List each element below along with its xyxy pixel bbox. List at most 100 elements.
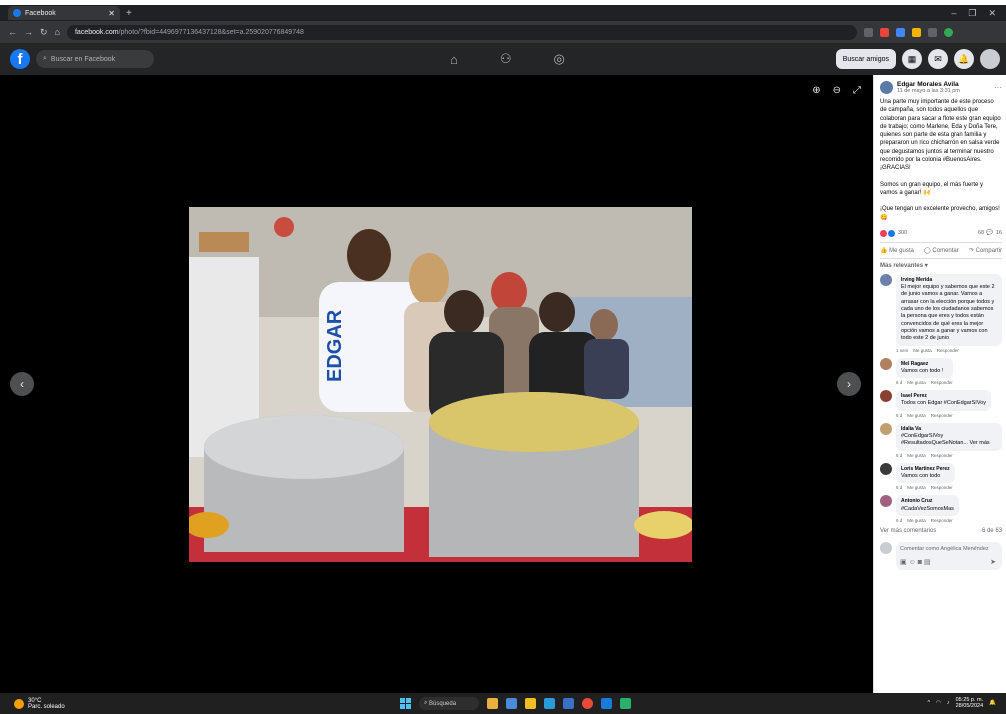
taskbar-app-icon[interactable] xyxy=(506,698,517,709)
author-name[interactable]: Edgar Morales Avila xyxy=(897,81,960,88)
notification-center-icon[interactable]: 🔔 xyxy=(989,700,996,706)
taskbar-app-icon[interactable] xyxy=(601,698,612,709)
commenter-avatar[interactable] xyxy=(880,273,892,286)
volume-icon[interactable]: ♪ xyxy=(947,700,950,706)
windows-start-icon[interactable] xyxy=(400,698,411,709)
view-more-comments-link[interactable]: Ver más comentarios xyxy=(880,528,936,534)
commenter-name[interactable]: Antonio Cruz xyxy=(901,498,954,505)
comment-time[interactable]: 6 d xyxy=(896,380,902,385)
messenger-icon[interactable]: ✉ xyxy=(928,49,948,69)
reactions-count[interactable]: 300 xyxy=(898,230,907,236)
comment-reply-button[interactable]: Responder xyxy=(931,485,953,490)
account-avatar[interactable] xyxy=(980,49,1000,69)
weather-widget[interactable]: 30°C Parc. soleado xyxy=(14,698,65,710)
file-explorer-icon[interactable] xyxy=(525,698,536,709)
taskbar-app-icon[interactable] xyxy=(487,698,498,709)
comment-time[interactable]: 6 d xyxy=(896,453,902,458)
commenter-name[interactable]: Loris Martinez Perez xyxy=(901,466,950,473)
comment-input[interactable]: Comentar como Angélica Menéndez ▣☺◙▤ ➤ xyxy=(896,541,1002,570)
taskbar-app-icon[interactable] xyxy=(620,698,631,709)
url-field[interactable]: facebook.com /photo/?fbid=44969771364371… xyxy=(66,24,857,40)
comment-time[interactable]: 6 d xyxy=(896,518,902,523)
comment-like-button[interactable]: Me gusta xyxy=(913,348,932,353)
browser-tab[interactable]: Facebook ✕ xyxy=(8,6,120,20)
facebook-logo-icon[interactable]: f xyxy=(10,49,30,69)
like-label: Me gusta xyxy=(889,247,914,254)
shares-count[interactable]: 16 xyxy=(996,230,1002,236)
comment-reply-button[interactable]: Responder xyxy=(931,453,953,458)
zoom-in-icon[interactable]: ⊕ xyxy=(812,85,820,96)
comment-reply-button[interactable]: Responder xyxy=(931,380,953,385)
extension-icon[interactable] xyxy=(863,27,873,37)
commenter-name[interactable]: Mel Ragaez xyxy=(901,361,948,368)
restore-icon[interactable]: ❐ xyxy=(968,8,976,19)
previous-photo-button[interactable]: ‹ xyxy=(10,372,34,396)
clock[interactable]: 05:25 p. m. 28/05/2024 xyxy=(956,697,984,709)
post-date[interactable]: 11 de mayo a las 3:31 pm xyxy=(897,88,960,94)
extension-icon[interactable] xyxy=(879,27,889,37)
find-friends-button[interactable]: Buscar amigos xyxy=(835,49,896,69)
menu-grid-icon[interactable]: ▦ xyxy=(902,49,922,69)
emoji-icon[interactable]: ☺ xyxy=(909,559,918,566)
wifi-icon[interactable]: ◠ xyxy=(936,700,941,706)
comment-button[interactable]: ◯ Comentar xyxy=(924,247,959,254)
taskbar-app-icon[interactable] xyxy=(563,698,574,709)
photo-viewer: ⊕ ⊖ ⤢ ‹ › EDGAR xyxy=(0,75,873,693)
comment-reply-button[interactable]: Responder xyxy=(931,413,953,418)
minimize-icon[interactable]: – xyxy=(951,8,956,19)
nav-home-icon[interactable]: ⌂ xyxy=(450,52,458,67)
like-button[interactable]: 👍 Me gusta xyxy=(880,247,914,254)
comment-like-button[interactable]: Me gusta xyxy=(907,518,926,523)
commenter-name[interactable]: Isael Perez xyxy=(901,393,986,400)
gif-icon[interactable]: ▤ xyxy=(924,559,933,566)
sticker-icon[interactable]: ▣ xyxy=(900,559,909,566)
notifications-icon[interactable]: 🔔 xyxy=(954,49,974,69)
back-icon[interactable]: ← xyxy=(8,27,17,37)
sort-comments-dropdown[interactable]: Más relevantes ▾ xyxy=(880,262,1002,269)
author-avatar[interactable] xyxy=(880,81,893,94)
nav-friends-icon[interactable]: ⚇ xyxy=(500,51,512,67)
reload-icon[interactable]: ↻ xyxy=(40,27,48,38)
share-button[interactable]: ↷ Compartir xyxy=(969,247,1002,254)
commenter-avatar[interactable] xyxy=(880,462,892,475)
commenter-avatar[interactable] xyxy=(880,390,892,403)
search-input[interactable]: ⌕ Buscar en Facebook xyxy=(36,50,154,68)
chrome-icon[interactable] xyxy=(582,698,593,709)
comment-like-button[interactable]: Me gusta xyxy=(907,413,926,418)
send-icon[interactable]: ➤ xyxy=(990,558,998,566)
home-icon[interactable]: ⌂ xyxy=(55,27,60,37)
commenter-name[interactable]: Irving Merida xyxy=(901,277,997,284)
taskbar-search[interactable]: ⌕ Búsqueda xyxy=(419,697,479,710)
comment-time[interactable]: 6 d xyxy=(896,485,902,490)
close-window-icon[interactable]: ✕ xyxy=(988,8,996,19)
more-options-icon[interactable]: ··· xyxy=(994,83,1002,92)
extension-icon[interactable] xyxy=(927,27,937,37)
profile-icon[interactable] xyxy=(943,27,953,37)
comment-reply-button[interactable]: Responder xyxy=(931,518,953,523)
zoom-out-icon[interactable]: ⊖ xyxy=(833,85,841,96)
comment-meta: 6 d Me gusta Responder xyxy=(896,380,953,385)
comment-like-button[interactable]: Me gusta xyxy=(907,453,926,458)
comment-time[interactable]: 1 sem xyxy=(896,348,908,353)
tab-title: Facebook xyxy=(25,9,56,17)
weather-desc: Parc. soleado xyxy=(28,703,65,710)
commenter-avatar[interactable] xyxy=(880,495,892,508)
new-tab-icon[interactable]: + xyxy=(126,8,132,19)
fullscreen-icon[interactable]: ⤢ xyxy=(853,85,861,96)
edge-icon[interactable] xyxy=(544,698,555,709)
comment-reply-button[interactable]: Responder xyxy=(937,348,959,353)
forward-icon[interactable]: → xyxy=(24,27,33,37)
commenter-avatar[interactable] xyxy=(880,422,892,435)
extension-icon[interactable] xyxy=(911,27,921,37)
extension-icon[interactable] xyxy=(895,27,905,37)
commenter-avatar[interactable] xyxy=(880,357,892,370)
comment-like-button[interactable]: Me gusta xyxy=(907,485,926,490)
comment-time[interactable]: 6 d xyxy=(896,413,902,418)
next-photo-button[interactable]: › xyxy=(837,372,861,396)
nav-groups-icon[interactable]: ◎ xyxy=(554,51,565,67)
comments-count[interactable]: 68 xyxy=(978,230,984,236)
close-tab-icon[interactable]: ✕ xyxy=(108,9,115,18)
tray-overflow-icon[interactable]: ^ xyxy=(927,700,930,706)
commenter-name[interactable]: Idalia Va xyxy=(901,426,997,433)
comment-like-button[interactable]: Me gusta xyxy=(907,380,926,385)
